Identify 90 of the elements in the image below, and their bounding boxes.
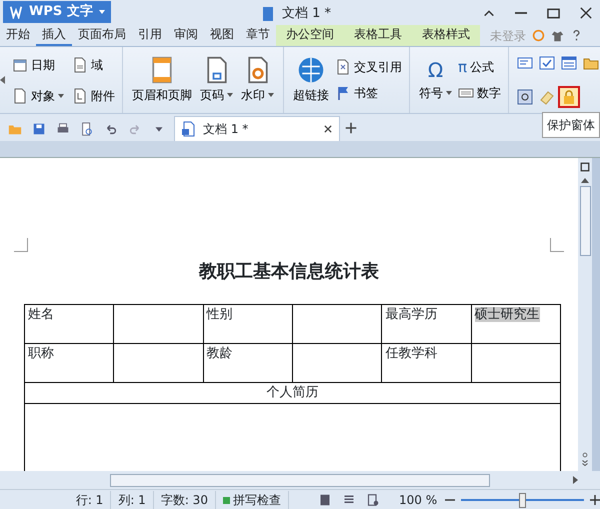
zoom-level: 100 % <box>398 492 438 509</box>
status-text: 列: 1 <box>111 491 154 509</box>
save-icon <box>32 122 46 136</box>
document-icon <box>12 88 28 104</box>
ribbon-button[interactable]: 交叉引用 <box>333 57 404 77</box>
caret-icon <box>99 10 105 14</box>
table-cell-text: 姓名 <box>28 307 54 322</box>
menu-tab[interactable]: 表格样式 <box>412 25 480 46</box>
ribbon-button[interactable]: π 公式 <box>456 57 503 77</box>
calendar-icon <box>12 56 28 72</box>
attachment-icon <box>72 88 88 104</box>
double-arrow-down-icon <box>581 458 589 468</box>
margin-mark <box>550 238 564 252</box>
table-cell-text: 职称 <box>28 346 54 361</box>
close-icon <box>323 124 333 134</box>
frame-icon <box>517 89 533 105</box>
ribbon-button[interactable]: 页码 <box>196 54 237 106</box>
ribbon-button[interactable]: 域 <box>70 54 117 74</box>
eraser-icon <box>539 89 555 105</box>
close-icon <box>580 7 592 19</box>
section-heading: 个人简历 <box>266 385 318 400</box>
app-logo-icon <box>9 5 23 19</box>
table-cell-text: 性别 <box>206 307 233 322</box>
document-icon <box>335 59 351 75</box>
list-icon <box>561 55 577 71</box>
print-preview-icon <box>80 122 94 136</box>
document-icon <box>72 56 88 72</box>
lock-icon <box>561 89 577 105</box>
outline-view-icon <box>342 494 355 506</box>
menu-tab[interactable]: 页面布局 <box>72 25 132 46</box>
collapse-left-icon <box>0 76 5 84</box>
table-cell-text: 硕士研究生 <box>474 307 540 322</box>
menu-tab[interactable]: 办公空间 <box>276 25 344 46</box>
refresh-icon <box>532 29 545 42</box>
ribbon-button[interactable]: 页眉和页脚 <box>128 54 196 106</box>
spell-check-button[interactable]: 拼写检查 <box>216 491 289 509</box>
collapse-icon <box>483 10 495 16</box>
ribbon-button[interactable]: 书签 <box>333 83 404 103</box>
menu-tab[interactable]: 章节 <box>240 25 276 46</box>
print-icon <box>56 122 70 136</box>
document-icon <box>260 6 276 22</box>
document-tab[interactable]: 文档 1 * <box>174 116 340 141</box>
slider-thumb[interactable] <box>519 492 526 508</box>
menu-tab[interactable]: 开始 <box>0 25 36 46</box>
caret-icon <box>227 93 233 97</box>
arrow-right-icon <box>573 476 578 484</box>
menu-tab[interactable]: 审阅 <box>168 25 204 46</box>
globe-icon <box>297 56 325 84</box>
omega-icon: Ω <box>428 58 444 82</box>
shirt-icon <box>551 29 564 42</box>
status-text: 行: 1 <box>68 491 112 509</box>
circle-icon <box>582 452 588 458</box>
ribbon-button[interactable]: 超链接 <box>289 54 333 106</box>
caret-icon <box>268 93 274 97</box>
scrollbar-thumb[interactable] <box>580 186 590 256</box>
plus-icon <box>344 121 358 135</box>
menu-tab[interactable]: 视图 <box>204 25 240 46</box>
window-title: 文档 1 * <box>282 5 332 23</box>
page-view-icon <box>318 494 331 506</box>
zoom-in-icon <box>590 495 600 505</box>
tooltip: 保护窗体 <box>542 112 600 138</box>
ribbon-button[interactable]: 附件 <box>70 86 117 106</box>
text-field-icon <box>517 55 533 71</box>
table-cell-text: 最高学历 <box>385 307 438 322</box>
arrow-up-icon <box>581 178 589 183</box>
table-cell-text: 教龄 <box>206 346 233 361</box>
ribbon-button[interactable]: 水印 <box>237 54 278 106</box>
menu-tab[interactable]: 表格工具 <box>344 25 412 46</box>
table-cell-text: 任教学科 <box>385 346 438 361</box>
checkbox-icon <box>539 55 555 71</box>
scrollbar-thumb[interactable] <box>110 474 490 486</box>
ribbon-button[interactable]: 日期 <box>10 54 66 74</box>
app-menu-button[interactable]: WPS 文字 <box>3 1 111 23</box>
ribbon-button[interactable]: 数字 <box>456 83 503 103</box>
ribbon-button[interactable]: 对象 <box>10 86 66 106</box>
maximize-icon <box>547 8 560 18</box>
toolbar-button[interactable] <box>558 86 580 108</box>
status-text: 字数: 30 <box>154 491 216 509</box>
pi-icon: π <box>458 59 468 75</box>
document-icon <box>181 121 197 137</box>
caret-icon <box>446 91 452 95</box>
ribbon-button[interactable]: Ω 符号 <box>415 56 456 104</box>
caret-icon <box>58 94 64 98</box>
menu-tab[interactable]: 引用 <box>132 25 168 46</box>
split-icon <box>580 162 590 172</box>
status-square-icon <box>222 496 230 504</box>
margin-mark <box>14 238 28 252</box>
document-title: 教职工基本信息统计表 <box>198 260 380 284</box>
web-view-icon <box>366 494 379 506</box>
minimize-icon <box>515 12 527 14</box>
